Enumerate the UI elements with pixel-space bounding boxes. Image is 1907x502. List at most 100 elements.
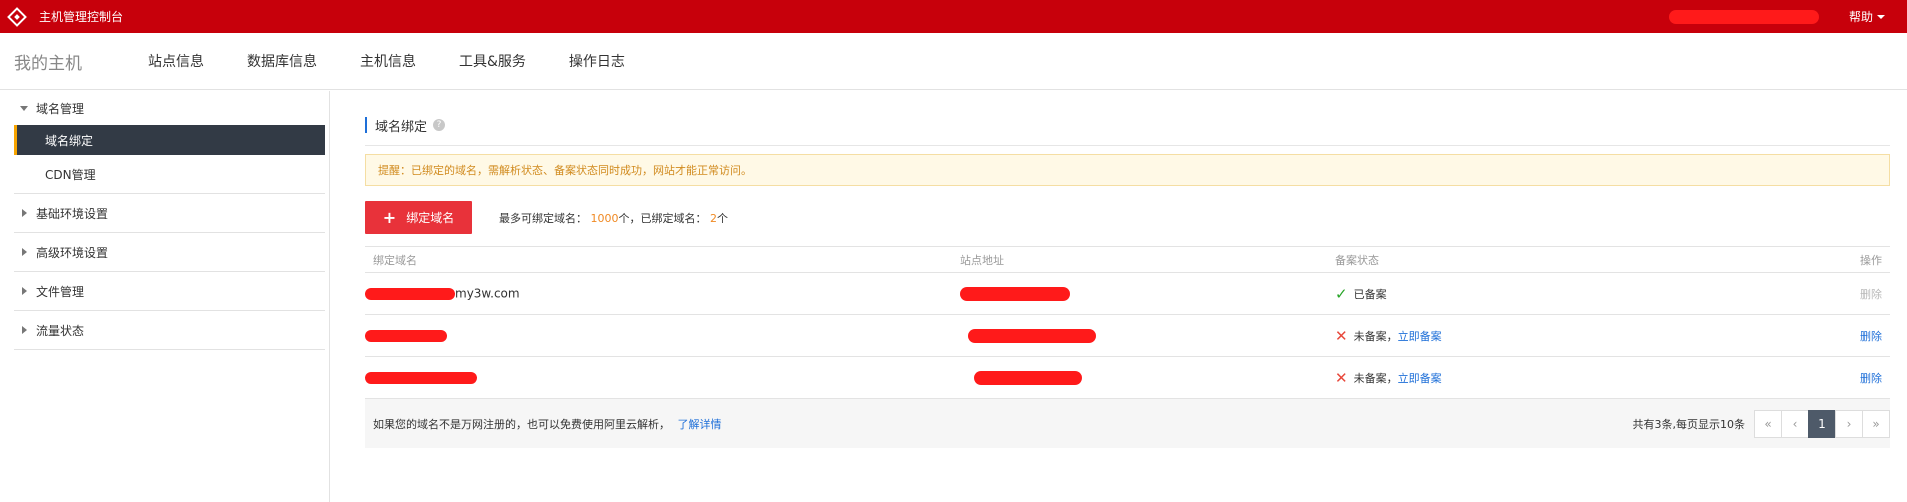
first-page-button[interactable]: «: [1754, 409, 1782, 438]
sidebar-item-advanced-env[interactable]: 高级环境设置: [14, 233, 325, 271]
action-cell: 删除: [1805, 328, 1890, 344]
footer-message: 如果您的域名不是万网注册的，也可以免费使用阿里云解析，: [373, 417, 670, 431]
nav-tools-services[interactable]: 工具&服务: [459, 51, 526, 71]
brand-title[interactable]: 我的主机: [14, 49, 148, 74]
sidebar-item-traffic-status[interactable]: 流量状态: [14, 311, 325, 349]
delete-button[interactable]: 删除: [1860, 330, 1882, 343]
domain-cell: [365, 371, 960, 385]
cross-icon: ✕: [1335, 368, 1348, 387]
notice-banner: 提醒：已绑定的域名，需解析状态、备案状态同时成功，网站才能正常访问。: [365, 154, 1890, 186]
redacted-site-address: [960, 286, 1070, 301]
sidebar-item-label: 基础环境设置: [36, 206, 109, 221]
caret-right-icon: [22, 287, 27, 295]
col-action: 操作: [1860, 253, 1882, 267]
sidebar-item-domain-binding[interactable]: 域名绑定: [14, 125, 325, 155]
site-address-cell: [960, 328, 1335, 343]
table-header: 绑定域名 站点地址 备案状态 操作: [365, 247, 1890, 273]
nav-host-info[interactable]: 主机信息: [360, 51, 416, 71]
page-1-button[interactable]: 1: [1808, 409, 1836, 438]
delete-button-disabled: 删除: [1860, 287, 1882, 301]
bind-domain-button[interactable]: + 绑定域名: [365, 201, 472, 234]
domain-cell: my3w.com: [365, 286, 960, 301]
logo-diamond-icon: [6, 6, 27, 27]
domain-cell: [365, 329, 960, 343]
redacted-site-address: [974, 370, 1082, 385]
sidebar-item-file-management[interactable]: 文件管理: [14, 272, 325, 310]
redacted-domain: [365, 287, 455, 300]
caret-right-icon: [22, 209, 27, 217]
quota-mid: 个，已绑定域名：: [618, 211, 707, 225]
domain-suffix: my3w.com: [455, 286, 520, 301]
sidebar-group-advanced-env: 高级环境设置: [14, 233, 325, 272]
chevron-down-icon: [1877, 14, 1885, 19]
main-content: 域名绑定 ? 提醒：已绑定的域名，需解析状态、备案状态同时成功，网站才能正常访问…: [365, 91, 1890, 448]
col-site-address: 站点地址: [960, 253, 1004, 267]
table-footer: 如果您的域名不是万网注册的，也可以免费使用阿里云解析， 了解详情 共有3条,每页…: [365, 399, 1890, 448]
status-cell: ✓ 已备案: [1335, 285, 1805, 303]
sidebar-item-label: 域名管理: [36, 101, 85, 116]
table-row: ✕ 未备案， 立即备案 删除: [365, 315, 1890, 357]
file-now-link[interactable]: 立即备案: [1398, 370, 1442, 386]
next-page-button[interactable]: ›: [1835, 409, 1863, 438]
sidebar-group-domain: 域名管理 域名绑定 CDN管理: [14, 91, 325, 194]
status-text: 未备案，: [1353, 329, 1398, 343]
pager-summary: 共有3条,每页显示10条: [1632, 417, 1746, 431]
redacted-domain: [365, 372, 477, 384]
sidebar-item-label: 流量状态: [36, 323, 85, 338]
sidebar-item-cdn[interactable]: CDN管理: [14, 155, 325, 193]
caret-right-icon: [22, 326, 27, 334]
last-page-button[interactable]: »: [1862, 409, 1890, 438]
redacted-username: [1668, 9, 1819, 24]
redacted-domain: [365, 330, 447, 342]
quota-prefix: 最多可绑定域名：: [499, 211, 587, 225]
page-title: 域名绑定: [375, 119, 428, 135]
plus-icon: +: [382, 208, 397, 227]
quota-suffix: 个: [717, 211, 728, 225]
main-nav: 我的主机 站点信息 数据库信息 主机信息 工具&服务 操作日志: [0, 33, 1907, 90]
quota-bound: 2: [710, 211, 717, 225]
help-label: 帮助: [1848, 10, 1873, 24]
status-cell: ✕ 未备案， 立即备案: [1335, 327, 1805, 345]
caret-right-icon: [22, 248, 27, 256]
action-cell: 删除: [1805, 370, 1890, 386]
learn-more-link[interactable]: 了解详情: [678, 418, 722, 431]
nav-database-info[interactable]: 数据库信息: [247, 51, 317, 71]
help-icon[interactable]: ?: [433, 119, 446, 131]
quota-max: 1000: [590, 211, 619, 225]
site-address-cell: [960, 286, 1335, 301]
site-address-cell: [960, 370, 1335, 385]
sidebar-item-domain-management[interactable]: 域名管理: [14, 91, 325, 125]
action-cell: 删除: [1805, 286, 1890, 302]
col-domain: 绑定域名: [373, 253, 417, 267]
domain-table: 绑定域名 站点地址 备案状态 操作 my3w.com ✓ 已备案 删除 ✕ 未备…: [365, 246, 1890, 448]
logo[interactable]: [0, 0, 33, 33]
status-text: 未备案，: [1353, 371, 1398, 385]
delete-button[interactable]: 删除: [1860, 372, 1882, 385]
status-cell: ✕ 未备案， 立即备案: [1335, 369, 1805, 387]
pagination: 共有3条,每页显示10条 « ‹ 1 › »: [1632, 409, 1890, 438]
sidebar-group-traffic: 流量状态: [14, 311, 325, 350]
quota-text: 最多可绑定域名： 1000个，已绑定域名： 2个: [499, 210, 728, 226]
sidebar-group-files: 文件管理: [14, 272, 325, 311]
redacted-site-address: [968, 328, 1096, 343]
footer-text: 如果您的域名不是万网注册的，也可以免费使用阿里云解析， 了解详情: [373, 416, 722, 432]
action-row: + 绑定域名 最多可绑定域名： 1000个，已绑定域名： 2个: [365, 201, 1890, 234]
sidebar-group-basic-env: 基础环境设置: [14, 194, 325, 233]
bind-domain-label: 绑定域名: [406, 211, 455, 225]
nav-operation-log[interactable]: 操作日志: [569, 51, 625, 71]
prev-page-button[interactable]: ‹: [1781, 409, 1809, 438]
nav-site-info[interactable]: 站点信息: [148, 51, 204, 71]
file-now-link[interactable]: 立即备案: [1398, 328, 1442, 344]
help-menu[interactable]: 帮助: [1849, 8, 1885, 25]
check-icon: ✓: [1335, 284, 1348, 303]
divider: [365, 145, 1890, 146]
table-row: ✕ 未备案， 立即备案 删除: [365, 357, 1890, 399]
col-filing-status: 备案状态: [1335, 253, 1379, 267]
sidebar-item-basic-env[interactable]: 基础环境设置: [14, 194, 325, 232]
status-text: 已备案: [1353, 287, 1387, 301]
sidebar-item-label: 文件管理: [36, 284, 85, 299]
top-bar: 主机管理控制台 帮助: [0, 0, 1907, 33]
console-title: 主机管理控制台: [39, 10, 124, 24]
caret-down-icon: [20, 105, 28, 111]
sidebar-item-label: 高级环境设置: [36, 245, 109, 260]
